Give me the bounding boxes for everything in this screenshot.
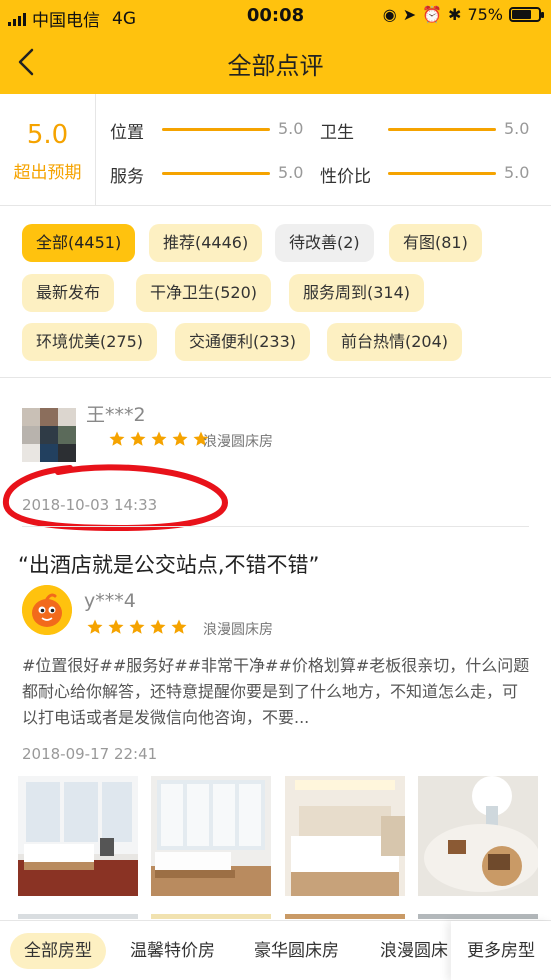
star-icon xyxy=(107,618,125,636)
review-photo-partial[interactable] xyxy=(285,909,405,919)
battery-percent: 75% xyxy=(467,5,503,24)
review-photo[interactable] xyxy=(285,776,405,896)
review-photo-partial[interactable] xyxy=(151,909,271,919)
metric-value: 5.0 xyxy=(278,163,304,182)
bluetooth-icon: ✱ xyxy=(448,5,462,24)
metric-bar-fill xyxy=(388,172,496,175)
metric-value: 5.0 xyxy=(504,163,530,182)
status-right: ◉ ➤ ⏰ ✱ 75% xyxy=(382,5,544,24)
metric-bar-fill xyxy=(388,128,496,131)
metric-bar xyxy=(162,172,270,175)
star-icon xyxy=(129,430,147,448)
review-date: 2018-09-17 22:41 xyxy=(22,745,158,763)
metric-bar xyxy=(388,172,496,175)
star-icon xyxy=(86,618,104,636)
overall-score-label: 超出预期 xyxy=(13,163,82,183)
metric-label: 服务 xyxy=(110,167,144,187)
review-headline: “出酒店就是公交站点,不错不错” xyxy=(18,553,320,577)
metric-location: 位置 5.0 xyxy=(110,116,310,143)
room-tab-romantic-round-bed[interactable]: 浪漫圆床 xyxy=(380,933,448,969)
page-title: 全部点评 xyxy=(227,52,324,80)
star-icon xyxy=(128,618,146,636)
review-date: 2018-10-03 14:33 xyxy=(22,496,158,514)
tag-with-photos[interactable]: 有图(81) xyxy=(389,224,482,262)
metric-label: 卫生 xyxy=(320,123,354,143)
metric-bar-fill xyxy=(162,172,270,175)
review-text: #位置很好##服务好##非常干净##价格划算#老板很亲切，什么问题都耐心给你解答… xyxy=(22,656,530,727)
tag-needs-improvement[interactable]: 待改善(2) xyxy=(275,224,374,262)
tag-recommended[interactable]: 推荐(4446) xyxy=(149,224,263,262)
metric-bar xyxy=(388,128,496,131)
tag-service[interactable]: 服务周到(314) xyxy=(289,274,425,312)
nav-bar: 全部点评 xyxy=(0,32,551,94)
review-photo[interactable] xyxy=(151,776,271,896)
lock-rotation-icon: ◉ xyxy=(382,5,397,24)
metric-service: 服务 5.0 xyxy=(110,160,310,187)
star-icon xyxy=(108,430,126,448)
metric-hygiene: 卫生 5.0 xyxy=(320,116,540,143)
tag-latest[interactable]: 最新发布 xyxy=(22,274,115,312)
review-photo[interactable] xyxy=(18,776,138,896)
metric-value: 5.0 xyxy=(504,119,530,138)
star-icon xyxy=(150,430,168,448)
alarm-icon: ⏰ xyxy=(422,5,443,24)
review-photo-partial[interactable] xyxy=(18,909,138,919)
rating-summary: 5.0 超出预期 位置 5.0 卫生 5.0 服务 5.0 性价比 5.0 xyxy=(0,94,551,206)
review-photo[interactable] xyxy=(418,776,538,896)
overall-score-box: 5.0 超出预期 xyxy=(0,94,96,206)
star-icon xyxy=(170,618,188,636)
metric-bar xyxy=(162,128,270,131)
status-bar: 中国电信 4G 00:08 ◉ ➤ ⏰ ✱ 75% xyxy=(0,0,551,32)
room-tab-all[interactable]: 全部房型 xyxy=(10,933,106,969)
star-icon xyxy=(149,618,167,636)
room-type-tabs: 全部房型 温馨特价房 豪华圆床房 浪漫圆床 更多房型 xyxy=(0,920,551,980)
room-type: 浪漫圆床房 xyxy=(203,434,273,450)
overall-score: 5.0 xyxy=(26,120,69,150)
avatar xyxy=(22,408,76,462)
metric-value: 5.0 xyxy=(278,119,304,138)
metric-bar-fill xyxy=(162,128,270,131)
battery-icon xyxy=(509,7,544,22)
metric-label: 位置 xyxy=(110,123,144,143)
room-tab-cozy-special[interactable]: 温馨特价房 xyxy=(130,933,215,969)
username: 王***2 xyxy=(86,404,146,426)
tag-environment[interactable]: 环境优美(275) xyxy=(22,323,158,361)
review-item[interactable]: “出酒店就是公交站点,不错不错” y***4 浪漫圆床房 #位置很好##服务好#… xyxy=(0,527,551,920)
room-tab-deluxe-round-bed[interactable]: 豪华圆床房 xyxy=(254,933,339,969)
star-rating xyxy=(86,618,188,636)
metric-label: 性价比 xyxy=(320,167,371,187)
avatar xyxy=(22,585,72,635)
room-type: 浪漫圆床房 xyxy=(203,622,273,638)
tag-clean[interactable]: 干净卫生(520) xyxy=(136,274,272,312)
tag-transport[interactable]: 交通便利(233) xyxy=(175,323,311,361)
star-rating xyxy=(108,430,210,448)
more-room-types-button[interactable]: 更多房型 xyxy=(451,921,551,980)
tag-all[interactable]: 全部(4451) xyxy=(22,224,136,262)
review-item[interactable]: 王***2 浪漫圆床房 2018-10-03 14:33 xyxy=(0,378,551,526)
star-icon xyxy=(171,430,189,448)
username: y***4 xyxy=(84,590,136,612)
location-icon: ➤ xyxy=(402,5,417,24)
tag-front-desk[interactable]: 前台热情(204) xyxy=(327,323,463,361)
filter-tags: 全部(4451) 推荐(4446) 待改善(2) 有图(81) 最新发布 干净卫… xyxy=(0,206,551,378)
battery-fill xyxy=(512,10,531,19)
metric-value-for-money: 性价比 5.0 xyxy=(320,160,540,187)
review-photo-partial[interactable] xyxy=(418,909,538,919)
